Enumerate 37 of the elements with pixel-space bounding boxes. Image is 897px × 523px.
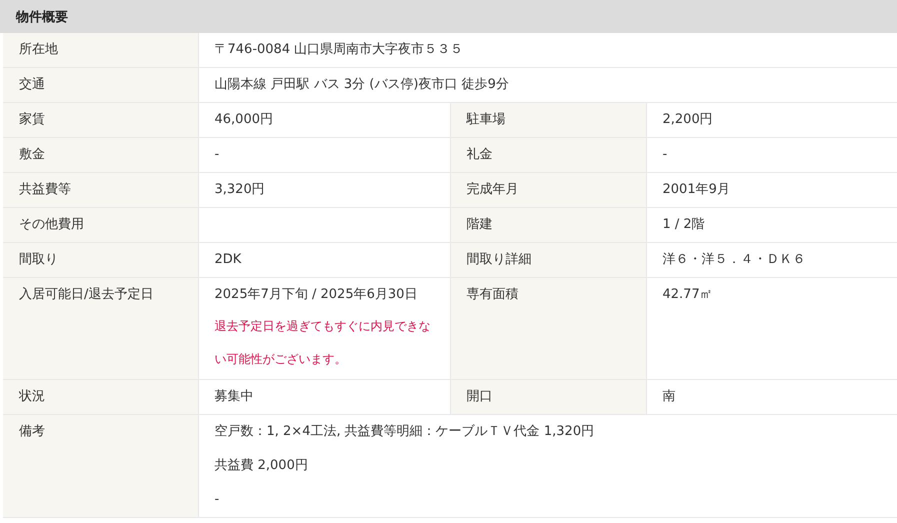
value-text: 募集中	[214, 388, 254, 406]
label-cell: 備考	[3, 414, 198, 518]
value-text: 山陽本線 戸田駅 バス 3分 (バス停)夜市口 徒歩9分	[214, 76, 510, 94]
label-cell: 間取り	[3, 242, 198, 278]
label-cell: 開口	[450, 380, 646, 414]
value-text: 洋６・洋５．４・ＤＫ６	[662, 251, 806, 269]
label-cell: 敷金	[3, 138, 198, 172]
value-text: -	[214, 491, 220, 509]
label-cell: 家賃	[3, 102, 198, 138]
label-cell: 完成年月	[450, 172, 646, 208]
value-text: 1 / 2階	[662, 216, 706, 234]
value-text: 2001年9月	[662, 181, 731, 199]
label-cell: 専有面積	[450, 278, 646, 380]
label-cell: 間取り詳細	[450, 242, 646, 278]
label-cell: 状況	[3, 380, 198, 414]
value-text: 2025年7月下旬 / 2025年6月30日	[214, 286, 418, 304]
value-text: -	[662, 146, 668, 164]
note-text: 退去予定日を過ぎてもすぐに内見できない可能性がございます。	[214, 318, 432, 368]
label-cell: 共益費等	[3, 172, 198, 208]
value-text: 〒746-0084 山口県周南市大字夜市５３５	[214, 41, 464, 59]
value-text: 南	[662, 388, 676, 406]
value-text: 共益費 2,000円	[214, 457, 309, 475]
section-title: 物件概要	[16, 8, 68, 26]
value-text: 2DK	[214, 251, 242, 269]
value-text: 2,200円	[662, 111, 714, 129]
label-cell: 交通	[3, 68, 198, 102]
value-text: -	[214, 146, 220, 164]
label-cell: 所在地	[3, 33, 198, 68]
label-cell: 駐車場	[450, 102, 646, 138]
value-text: 46,000円	[214, 111, 274, 129]
label-cell: 階建	[450, 208, 646, 242]
label-cell: 入居可能日/退去予定日	[3, 278, 198, 380]
label-cell: 礼金	[450, 138, 646, 172]
value-text: 空戸数：1, 2×4工法, 共益費等明細：ケーブルＴＶ代金 1,320円	[214, 423, 596, 441]
value-text: 42.77㎡	[662, 286, 714, 304]
value-text: 3,320円	[214, 181, 266, 199]
label-cell: その他費用	[3, 208, 198, 242]
